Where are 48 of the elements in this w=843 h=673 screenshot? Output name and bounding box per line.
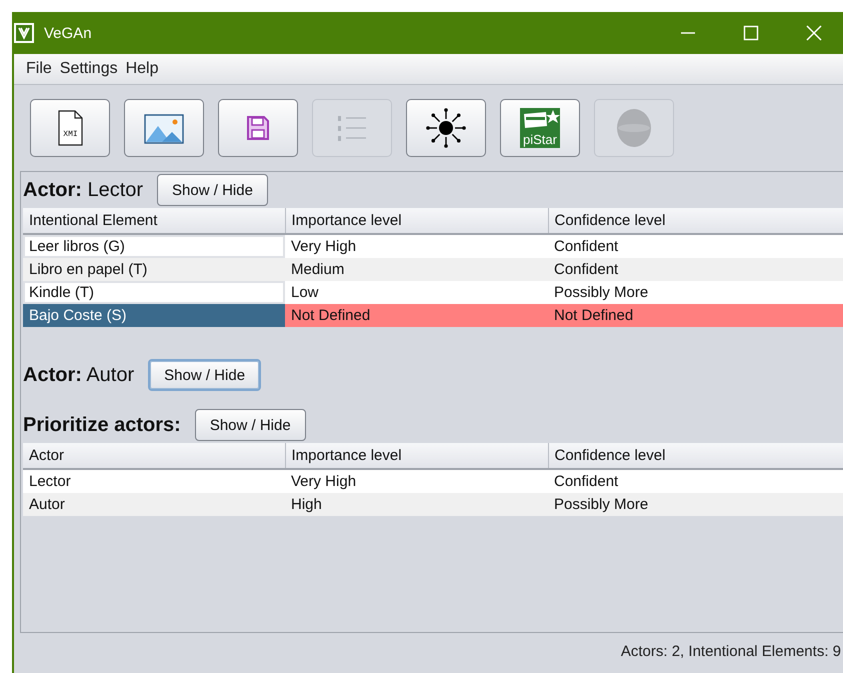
save-icon xyxy=(246,115,270,141)
actor-heading: Actor: Lector xyxy=(23,178,144,202)
show-hide-button[interactable]: Show / Hide xyxy=(194,409,306,441)
table-cell: Bajo Coste (S) xyxy=(23,304,285,327)
column-header[interactable]: Confidence level xyxy=(548,208,843,234)
column-header[interactable]: Confidence level xyxy=(548,443,843,469)
menu-item[interactable]: Settings xyxy=(60,58,118,80)
table-cell: High xyxy=(285,493,548,516)
table-cell: Very High xyxy=(285,234,548,258)
close-icon[interactable] xyxy=(804,25,822,41)
show-hide-button[interactable]: Show / Hide xyxy=(157,174,268,206)
table-cell: Autor xyxy=(23,493,285,516)
column-header[interactable]: Actor xyxy=(23,443,285,469)
egg-icon xyxy=(614,108,654,148)
column-header[interactable]: Intentional Element xyxy=(23,208,285,234)
table-cell: Confident xyxy=(548,234,843,258)
table-cell: Not Defined xyxy=(285,304,548,327)
toolbar-button[interactable]: piStar xyxy=(500,99,580,157)
table-cell: Lector xyxy=(23,469,285,493)
table-cell: Low xyxy=(285,281,548,304)
table-cell: Confident xyxy=(548,258,843,281)
table-cell: Leer libros (G) xyxy=(23,234,285,258)
network-icon xyxy=(426,108,466,148)
numbered-list-icon xyxy=(336,113,368,143)
column-header[interactable]: Importance level xyxy=(285,208,548,234)
maximize-icon[interactable] xyxy=(742,25,760,41)
image-icon xyxy=(144,112,184,144)
star-logo-icon: piStar xyxy=(520,108,560,148)
toolbar-button[interactable] xyxy=(124,99,204,157)
column-header[interactable]: Importance level xyxy=(285,443,548,469)
table-cell: Confident xyxy=(548,469,843,493)
status-text: Actors: 2, Intentional Elements: 9 xyxy=(620,642,841,660)
window-title: VeGAn xyxy=(44,24,92,42)
actor-heading: Actor: Autor xyxy=(23,364,134,386)
table-cell: Possibly More xyxy=(548,281,843,304)
toolbar-button[interactable]: XMI xyxy=(30,99,110,157)
show-hide-button[interactable]: Show / Hide xyxy=(148,359,262,391)
table-cell: Possibly More xyxy=(548,493,843,516)
table-cell: Kindle (T) xyxy=(23,281,285,304)
table-cell: Very High xyxy=(285,469,548,493)
table-cell: Not Defined xyxy=(548,304,843,327)
toolbar-button[interactable] xyxy=(406,99,486,157)
table-cell: Medium xyxy=(285,258,548,281)
menu-item[interactable]: Help xyxy=(126,58,158,80)
section-heading: Prioritize actors: xyxy=(23,414,181,436)
table-cell: Libro en papel (T) xyxy=(23,258,285,281)
document-icon: XMI xyxy=(56,110,84,146)
menu-item[interactable]: File xyxy=(26,58,52,80)
